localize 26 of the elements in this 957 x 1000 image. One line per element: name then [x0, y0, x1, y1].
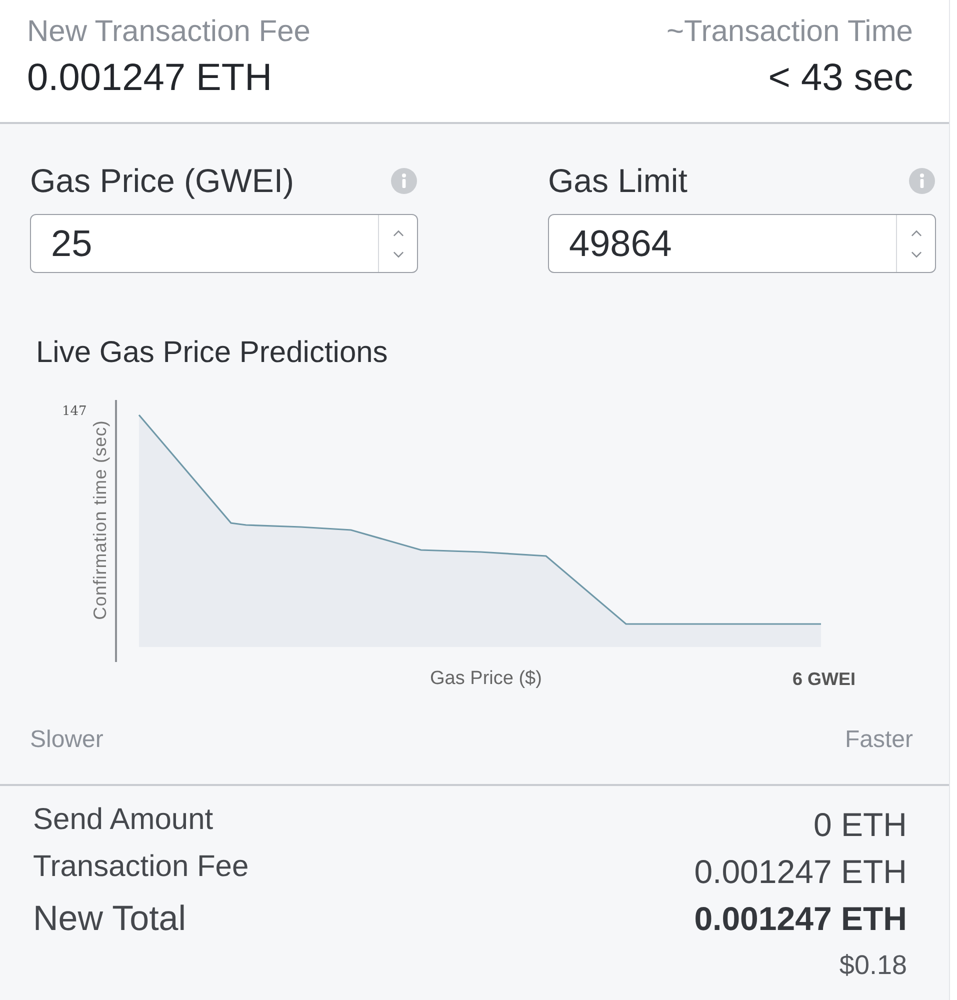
summary-label: New Total	[33, 898, 186, 938]
field-label: Gas Limit	[548, 162, 688, 200]
y-tick-label: 147	[62, 404, 88, 419]
faster-label: Faster	[844, 726, 913, 754]
summary-label: Transaction Fee	[33, 850, 249, 884]
summary-value: 0.001247 ETH	[694, 852, 907, 890]
usd-value: $0.18	[839, 950, 907, 981]
chevron-up-icon[interactable]	[392, 230, 404, 236]
summary-value: 0 ETH	[813, 806, 907, 844]
x-axis-title: Gas Price ($)	[430, 668, 542, 690]
time-value: < 43 sec	[768, 56, 913, 101]
time-label: ~Transaction Time	[666, 14, 913, 50]
x-end-label: 6 GWEI	[792, 668, 856, 690]
chevron-down-icon[interactable]	[910, 250, 922, 258]
fee-label: New Transaction Fee	[27, 14, 310, 50]
chart-title: Live Gas Price Predictions	[36, 335, 388, 371]
y-axis-title: Confirmation time (sec)	[90, 420, 110, 620]
chevron-down-icon[interactable]	[392, 250, 404, 258]
number-field[interactable]: 25	[30, 214, 418, 273]
number-field[interactable]: 49864	[548, 214, 936, 273]
chevron-up-icon[interactable]	[910, 230, 922, 236]
slower-label: Slower	[30, 726, 104, 754]
summary-label: Send Amount	[33, 802, 214, 836]
field-label: Gas Price (GWEI)	[30, 162, 294, 200]
summary-value: 0.001247 ETH	[694, 900, 907, 938]
fee-value: 0.001247 ETH	[27, 56, 272, 101]
